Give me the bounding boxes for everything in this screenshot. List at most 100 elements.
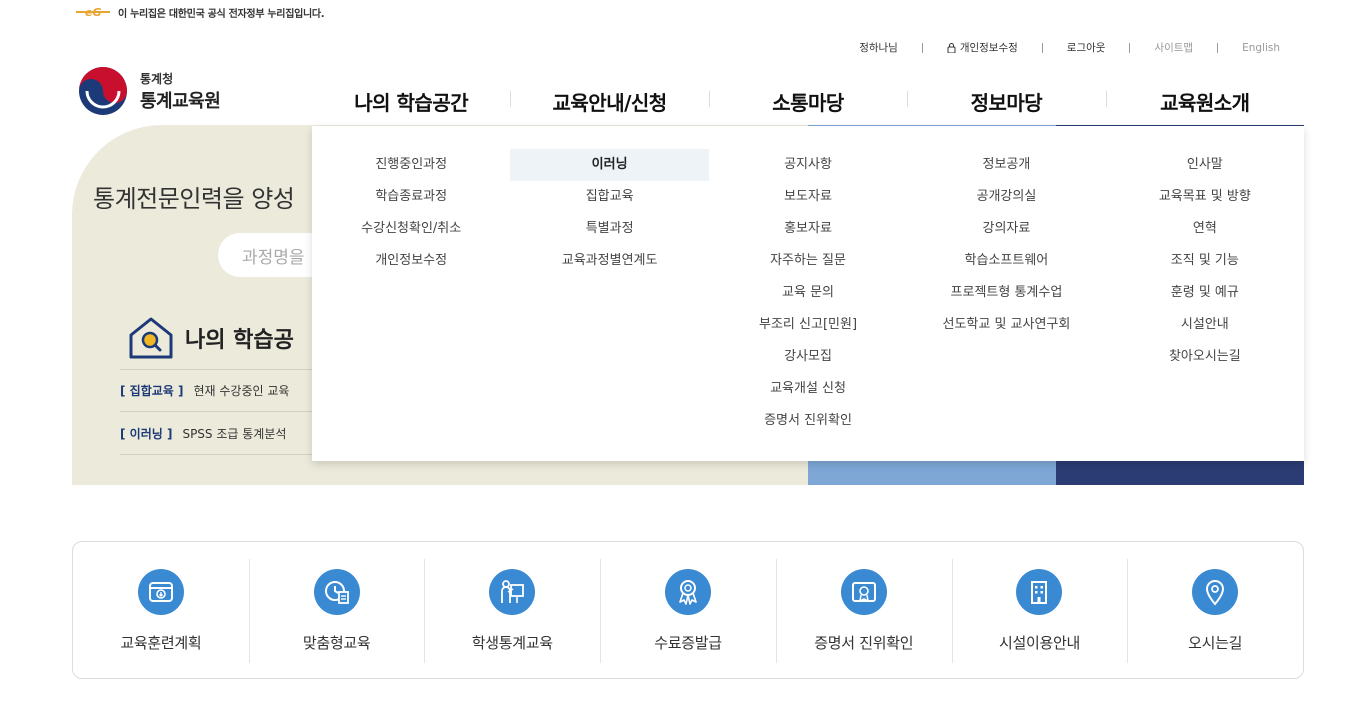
submenu-link[interactable]: 증명서 진위확인: [709, 405, 907, 437]
award-badge-icon: [665, 569, 712, 615]
logout-link[interactable]: 로그아웃: [1067, 40, 1106, 55]
building-icon: [1016, 569, 1063, 615]
gnb-divider: [907, 91, 909, 107]
download-card-icon: [137, 569, 184, 615]
english-link[interactable]: English: [1242, 42, 1280, 54]
gnb-education-apply[interactable]: 교육안내/신청: [510, 76, 708, 129]
submenu-link[interactable]: 수강신청확인/취소: [312, 213, 510, 245]
quick-label: 교육훈련계획: [120, 634, 202, 652]
quick-directions[interactable]: 오시는길: [1127, 542, 1303, 678]
gnb-my-learning[interactable]: 나의 학습공간: [312, 76, 510, 126]
gov-banner-text: 이 누리집은 대한민국 공식 전자정부 누리집입니다.: [118, 8, 325, 20]
svg-text:eG: eG: [85, 6, 102, 19]
hero-title: 통계전문인력을 양성: [93, 185, 295, 213]
notice-tag: [ 이러닝 ]: [120, 426, 173, 441]
submenu-link[interactable]: 공지사항: [709, 149, 907, 181]
submenu-link[interactable]: 교육과정별연계도: [510, 245, 708, 277]
submenu-link[interactable]: 개인정보수정: [312, 245, 510, 277]
quick-label: 오시는길: [1188, 634, 1243, 652]
quick-custom-education[interactable]: 맞춤형교육: [248, 542, 425, 678]
my-study-title: 나의 학습공: [185, 328, 294, 353]
submenu-link[interactable]: 강사모집: [709, 341, 907, 373]
submenu-link[interactable]: 훈령 및 예규: [1106, 277, 1304, 309]
quick-facility-guide[interactable]: 시설이용안내: [951, 542, 1128, 678]
quick-label: 증명서 진위확인: [814, 634, 914, 652]
gnb-divider: [510, 91, 512, 107]
notice-text: SPSS 조급 통계분석: [182, 426, 287, 441]
teacher-board-icon: [489, 569, 536, 615]
quick-certificate-verify[interactable]: 증명서 진위확인: [775, 542, 952, 678]
my-study-heading: 나의 학습공: [127, 315, 294, 361]
quick-label: 맞춤형교육: [302, 634, 371, 652]
submenu-link-elearning[interactable]: 이러닝: [510, 149, 709, 181]
submenu-link[interactable]: 교육 문의: [709, 277, 907, 309]
main-navigation: 나의 학습공간 교육안내/신청 소통마당 정보마당 교육원소개: [312, 76, 1304, 129]
submenu-link[interactable]: 특별과정: [510, 213, 708, 245]
gnb-divider: [1105, 91, 1107, 107]
submenu-link[interactable]: 진행중인과정: [312, 149, 510, 181]
submenu-education-apply: 이러닝 집합교육 특별과정 교육과정별연계도: [510, 126, 709, 461]
util-divider: [921, 42, 923, 53]
gnb-label: 교육안내/신청: [552, 87, 667, 129]
quick-menu: 교육훈련계획 맞춤형교육 학생통계교육 수료증발급 증명서 진위확인 시설이용안…: [72, 541, 1304, 679]
user-name-link[interactable]: 정하나님: [859, 40, 898, 55]
submenu-communication: 공지사항 보도자료 홍보자료 자주하는 질문 교육 문의 부조리 신고[민원] …: [709, 126, 907, 461]
utility-menu: 정하나님 개인정보수정 로그아웃 사이트맵 English: [859, 40, 1280, 55]
gov-banner: eG 이 누리집은 대한민국 공식 전자정부 누리집입니다.: [76, 3, 325, 21]
edit-info-link[interactable]: 개인정보수정: [947, 40, 1018, 55]
submenu-link[interactable]: 홍보자료: [709, 213, 907, 245]
logo-text: 통계청 통계교육원: [140, 70, 221, 113]
location-pin-icon: [1192, 569, 1239, 615]
submenu-link[interactable]: 찾아오시는길: [1106, 341, 1304, 373]
gnb-information[interactable]: 정보마당: [907, 76, 1105, 126]
mega-dropdown-menu: 진행중인과정 학습종료과정 수강신청확인/취소 개인정보수정 이러닝 집합교육 …: [312, 126, 1304, 461]
submenu-link[interactable]: 자주하는 질문: [709, 245, 907, 277]
submenu-my-learning: 진행중인과정 학습종료과정 수강신청확인/취소 개인정보수정: [312, 126, 510, 461]
submenu-link[interactable]: 공개강의실: [907, 181, 1105, 213]
clock-document-icon: [313, 569, 360, 615]
sitemap-link[interactable]: 사이트맵: [1154, 40, 1193, 55]
util-divider: [1041, 42, 1043, 53]
certificate-icon: [840, 569, 887, 615]
site-logo[interactable]: 통계청 통계교육원: [76, 64, 221, 118]
gnb-communication[interactable]: 소통마당: [708, 76, 907, 126]
submenu-link[interactable]: 연혁: [1106, 213, 1304, 245]
lock-icon: [947, 42, 956, 53]
taegeuk-logo-icon: [79, 67, 127, 115]
quick-training-plan[interactable]: 교육훈련계획: [73, 542, 249, 678]
logo-site-name: 통계교육원: [140, 90, 221, 112]
logo-org-name: 통계청: [140, 71, 174, 86]
notice-text: 현재 수강중인 교육: [193, 384, 290, 398]
quick-label: 시설이용안내: [998, 634, 1080, 652]
quick-student-stats[interactable]: 학생통계교육: [424, 542, 600, 678]
submenu-link[interactable]: 집합교육: [510, 181, 708, 213]
submenu-link[interactable]: 선도학교 및 교사연구회: [907, 309, 1105, 341]
gnb-label: 정보마당: [970, 90, 1043, 115]
submenu-link[interactable]: 프로젝트형 통계수업: [907, 277, 1105, 309]
gnb-label: 교육원소개: [1160, 90, 1250, 115]
gnb-divider: [708, 91, 710, 107]
gnb-about[interactable]: 교육원소개: [1105, 76, 1304, 126]
submenu-link[interactable]: 보도자료: [709, 181, 907, 213]
submenu-link[interactable]: 교육개설 신청: [709, 373, 907, 405]
submenu-link[interactable]: 인사말: [1106, 149, 1304, 181]
util-divider: [1129, 42, 1131, 53]
edit-info-label: 개인정보수정: [959, 42, 1018, 54]
submenu-link[interactable]: 강의자료: [907, 213, 1105, 245]
quick-certificate-issue[interactable]: 수료증발급: [600, 542, 776, 678]
submenu-link[interactable]: 정보공개: [907, 149, 1105, 181]
submenu-link[interactable]: 교육목표 및 방향: [1106, 181, 1304, 213]
submenu-link[interactable]: 조직 및 기능: [1106, 245, 1304, 277]
egov-logo-icon: eG: [76, 6, 110, 19]
house-search-icon: [129, 317, 173, 359]
submenu-link[interactable]: 시설안내: [1106, 309, 1304, 341]
submenu-link[interactable]: 학습소프트웨어: [907, 245, 1105, 277]
submenu-information: 정보공개 공개강의실 강의자료 학습소프트웨어 프로젝트형 통계수업 선도학교 …: [907, 126, 1105, 461]
submenu-about: 인사말 교육목표 및 방향 연혁 조직 및 기능 훈령 및 예규 시설안내 찾아…: [1106, 126, 1304, 461]
quick-label: 학생통계교육: [471, 634, 553, 652]
gnb-label: 나의 학습공간: [354, 90, 469, 115]
submenu-link[interactable]: 학습종료과정: [312, 181, 510, 213]
gnb-label: 소통마당: [772, 90, 844, 115]
submenu-link[interactable]: 부조리 신고[민원]: [709, 309, 907, 341]
quick-label: 수료증발급: [654, 634, 722, 652]
